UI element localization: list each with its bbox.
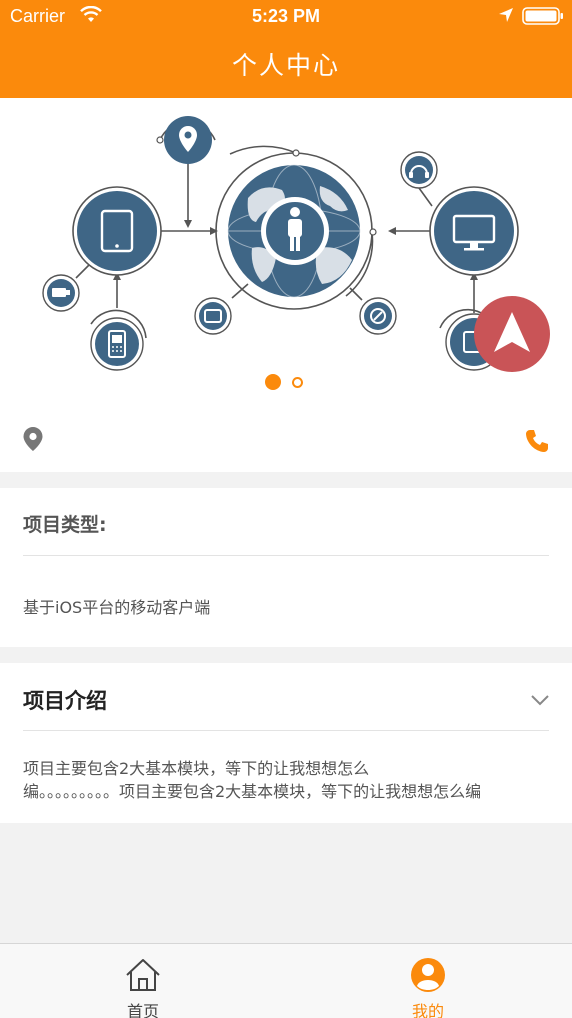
project-intro-text: 项目主要包含2大基本模块，等下的让我想想怎么 编。。。。。。。。。项目主要包含2… (23, 757, 543, 803)
intro-line-1: 项目主要包含2大基本模块，等下的让我想想怎么 (23, 759, 370, 778)
tab-home[interactable]: 首页 (93, 944, 193, 1018)
tab-bar: 首页 我的 (0, 943, 572, 1018)
header: Carrier 5:23 PM 个人中心 (0, 0, 572, 98)
status-bar: Carrier 5:23 PM (0, 0, 572, 32)
intro-line-2: 编。。。。。。。。。项目主要包含2大基本模块，等下的让我想想怎么编 (23, 782, 482, 801)
page-indicator[interactable] (0, 374, 572, 390)
chevron-down-icon[interactable] (530, 694, 550, 706)
location-pin-icon[interactable] (22, 426, 44, 452)
project-intro-heading: 项目介绍 (23, 689, 107, 713)
page-dot-1[interactable] (265, 374, 281, 390)
page-dot-2[interactable] (292, 377, 303, 388)
location-arrow-icon (499, 8, 513, 22)
project-intro-card[interactable]: 项目介绍 项目主要包含2大基本模块，等下的让我想想怎么 编。。。。。。。。。项目… (0, 663, 572, 823)
user-icon (411, 958, 445, 992)
navigate-fab-button[interactable] (474, 296, 550, 372)
tab-mine-label: 我的 (411, 1002, 444, 1018)
contact-row (0, 402, 572, 472)
divider (23, 555, 549, 556)
phone-icon[interactable] (524, 428, 550, 454)
status-time: 5:23 PM (251, 6, 321, 26)
project-type-value: 基于iOS平台的移动客户端 (23, 598, 211, 617)
page-title: 个人中心 (231, 51, 340, 80)
divider (23, 730, 549, 731)
tab-mine[interactable]: 我的 (378, 944, 478, 1018)
navigation-arrow-icon (494, 312, 530, 352)
battery-icon (522, 7, 563, 25)
tab-home-label: 首页 (126, 1002, 159, 1018)
project-type-card: 项目类型: 基于iOS平台的移动客户端 (0, 488, 572, 647)
project-type-heading: 项目类型: (23, 514, 107, 536)
home-icon (126, 959, 160, 991)
